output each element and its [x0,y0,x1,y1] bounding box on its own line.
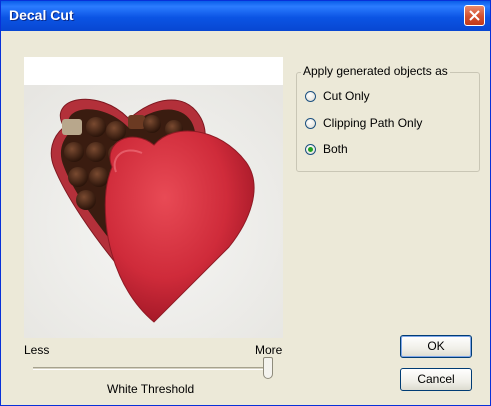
radio-clipping-path-only[interactable]: Clipping Path Only [305,116,422,130]
radio-label: Both [323,142,348,156]
radio-label: Cut Only [323,89,370,103]
close-button[interactable] [464,5,485,26]
radio-cut-only[interactable]: Cut Only [305,89,370,103]
window-title: Decal Cut [9,7,74,23]
slider-max-label: More [255,343,283,357]
title-bar[interactable]: Decal Cut [1,1,490,31]
slider-min-label: Less [24,343,50,357]
heart-chocolate-box-image [24,85,283,338]
image-preview [24,57,283,338]
radio-both[interactable]: Both [305,142,348,156]
radio-label: Clipping Path Only [323,116,423,130]
radio-button[interactable] [305,90,316,102]
white-threshold-slider-thumb[interactable] [263,357,273,379]
radio-button-selected[interactable] [305,143,316,155]
radio-selected-dot [308,146,313,152]
cancel-button[interactable]: Cancel [400,368,472,391]
group-label: Apply generated objects as [301,64,450,78]
white-threshold-slider-track[interactable] [33,367,270,370]
close-icon [469,10,480,21]
slider-caption: White Threshold [107,382,195,396]
ok-button[interactable]: OK [400,335,472,358]
radio-button[interactable] [305,117,316,129]
